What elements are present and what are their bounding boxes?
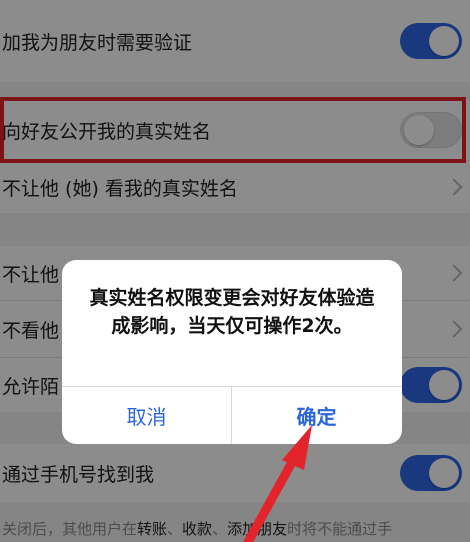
dialog-confirm-button[interactable]: 确定 <box>232 387 401 444</box>
confirm-dialog: 真实姓名权限变更会对好友体验造成影响，当天仅可操作2次。 取消 确定 <box>62 260 402 444</box>
dialog-message: 真实姓名权限变更会对好友体验造成影响，当天仅可操作2次。 <box>89 287 375 337</box>
dialog-cancel-button[interactable]: 取消 <box>62 387 231 444</box>
